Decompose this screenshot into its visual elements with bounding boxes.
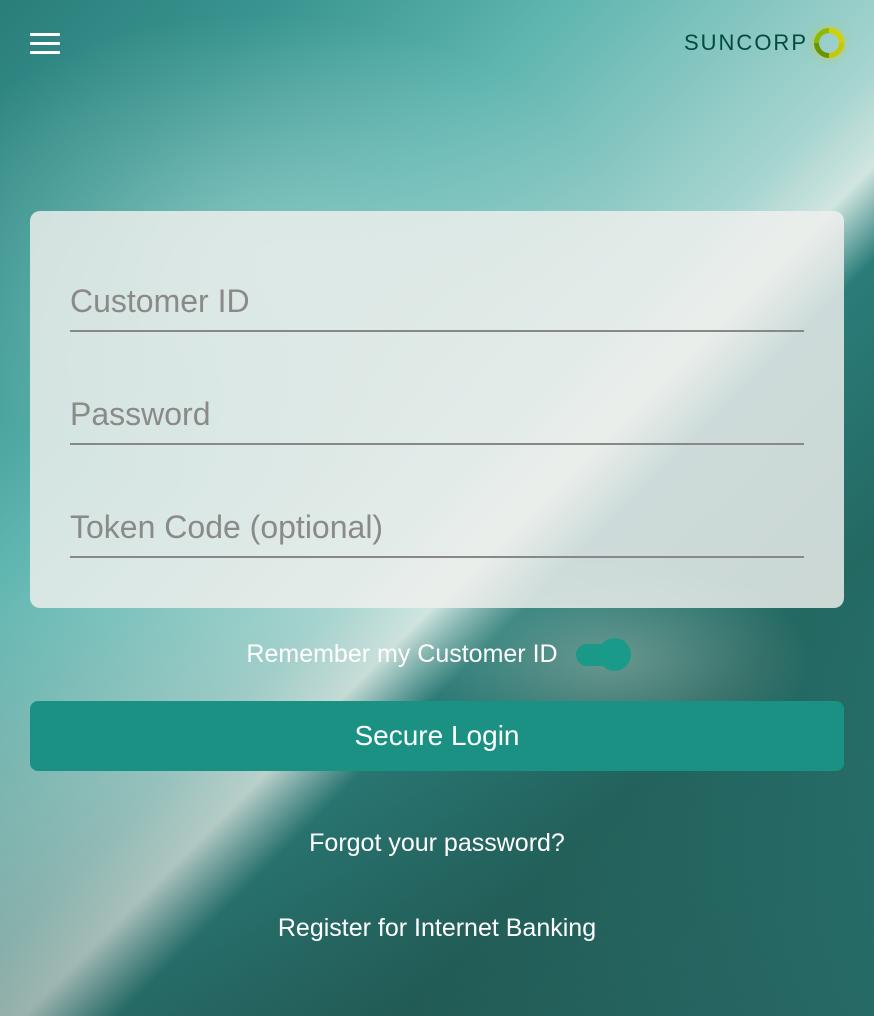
brand-logo: SUNCORP [684,28,844,58]
toggle-knob [598,638,631,671]
login-card [30,211,844,608]
register-link[interactable]: Register for Internet Banking [278,914,596,942]
remember-label: Remember my Customer ID [246,640,557,669]
customer-id-input[interactable] [70,271,804,332]
menu-icon[interactable] [30,33,60,54]
hamburger-line [30,42,60,45]
main-content: Remember my Customer ID Secure Login For… [0,211,874,943]
password-input[interactable] [70,384,804,445]
token-code-input[interactable] [70,497,804,558]
remember-row: Remember my Customer ID [30,640,844,669]
secure-login-button[interactable]: Secure Login [30,701,844,771]
brand-name: SUNCORP [684,30,808,56]
forgot-password-row: Forgot your password? [30,829,844,858]
header: SUNCORP [0,0,874,86]
sun-circle-icon [808,22,850,64]
register-row: Register for Internet Banking [30,914,844,943]
hamburger-line [30,51,60,54]
forgot-password-link[interactable]: Forgot your password? [309,829,565,857]
remember-toggle[interactable] [576,644,628,666]
hamburger-line [30,33,60,36]
